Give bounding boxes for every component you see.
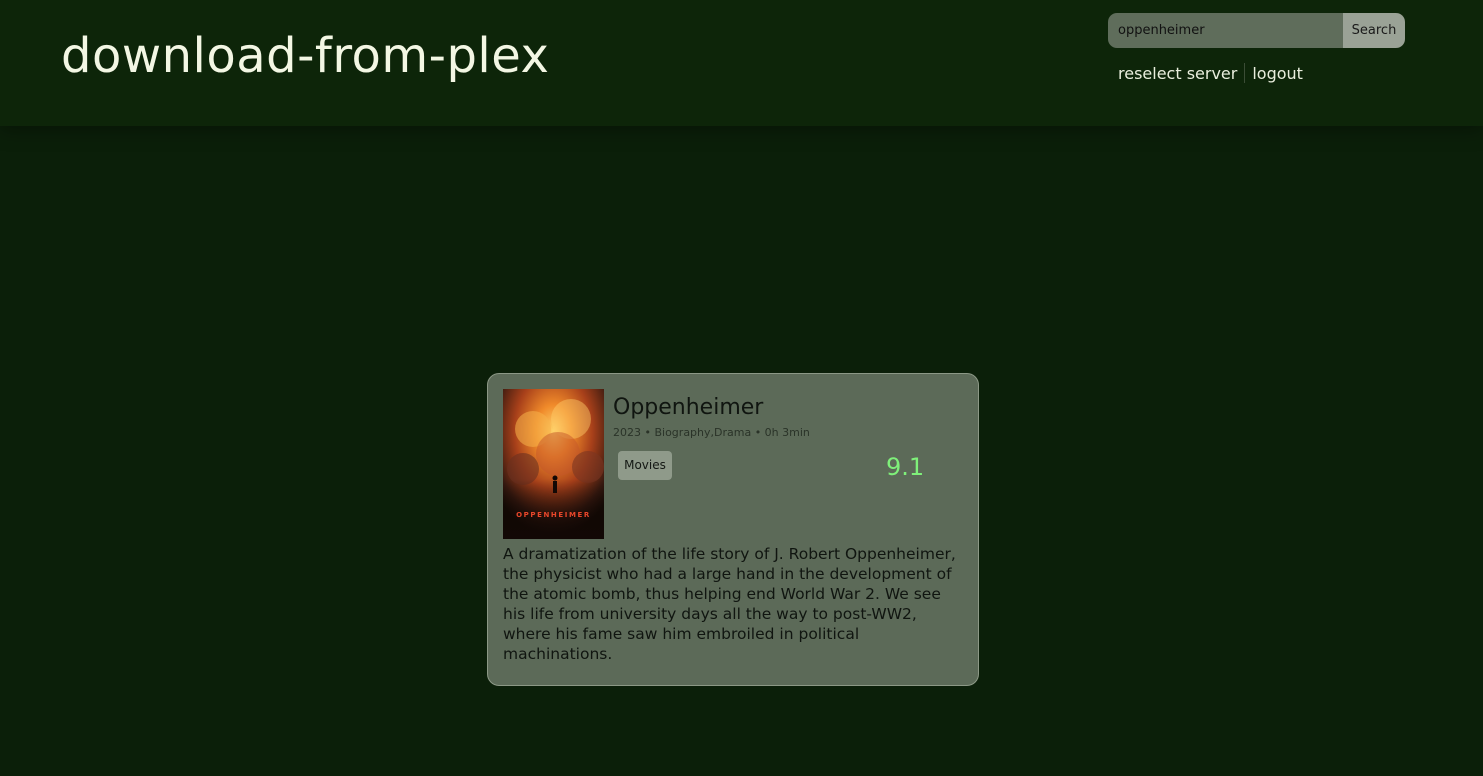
movie-title[interactable]: Oppenheimer — [613, 395, 763, 421]
movie-meta: 2023 • Biography,Drama • 0h 3min — [613, 426, 810, 439]
movie-summary: A dramatization of the life story of J. … — [503, 545, 956, 663]
search-button[interactable]: Search — [1343, 13, 1405, 48]
result-card[interactable]: OPPENHEIMER Oppenheimer 2023 • Biography… — [487, 373, 979, 686]
reselect-server-link[interactable]: reselect server — [1118, 64, 1237, 83]
logout-link[interactable]: logout — [1252, 64, 1303, 83]
site-title[interactable]: download-from-plex — [61, 26, 549, 86]
library-badge[interactable]: Movies — [618, 451, 672, 480]
search-input[interactable] — [1108, 13, 1343, 48]
search-form: Search — [1108, 13, 1405, 48]
movie-rating: 9.1 — [886, 453, 925, 481]
account-nav: reselect server logout — [1118, 63, 1303, 83]
poster-caption: OPPENHEIMER — [516, 511, 591, 519]
site-header: download-from-plex Search reselect serve… — [0, 0, 1483, 126]
movie-poster[interactable]: OPPENHEIMER — [503, 389, 604, 539]
nav-divider — [1244, 63, 1246, 83]
